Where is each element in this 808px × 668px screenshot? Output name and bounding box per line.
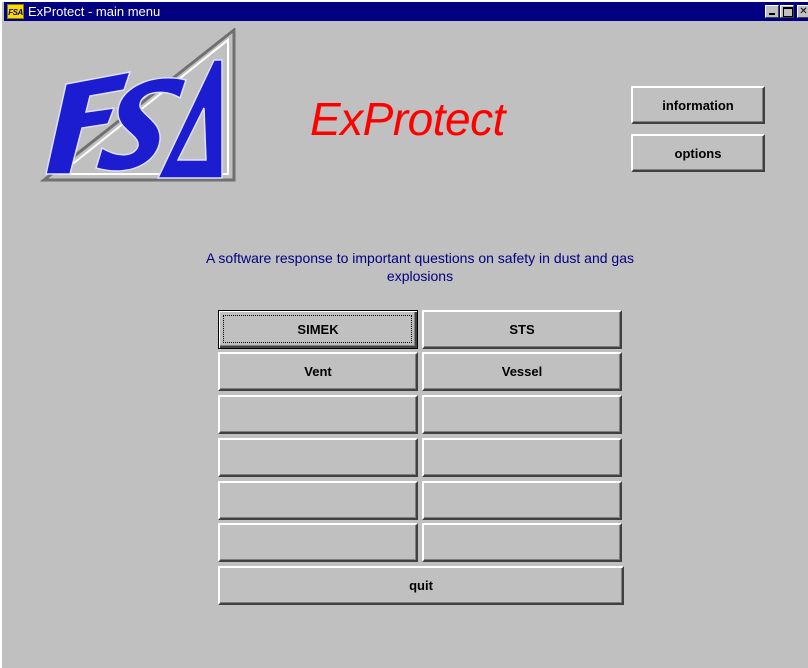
sts-button[interactable]: STS	[422, 310, 622, 349]
close-icon: ✕	[799, 6, 808, 17]
title-bar[interactable]: FSA ExProtect - main menu ✕	[4, 2, 808, 21]
empty-module-button[interactable]	[422, 395, 622, 434]
options-button[interactable]: options	[631, 134, 765, 172]
empty-module-button[interactable]	[218, 523, 418, 562]
empty-module-button[interactable]	[218, 438, 418, 477]
vessel-button[interactable]: Vessel	[422, 352, 622, 391]
app-icon[interactable]: FSA	[7, 4, 24, 19]
vent-button[interactable]: Vent	[218, 352, 418, 391]
fsa-logo	[39, 28, 236, 182]
simek-button[interactable]: SIMEK	[218, 310, 418, 349]
minimize-button[interactable]	[765, 5, 779, 18]
empty-module-button[interactable]	[218, 481, 418, 520]
main-window: FSA ExProtect - main menu ✕ ExProtect in…	[0, 0, 808, 668]
app-title: ExProtect	[310, 93, 505, 145]
close-button[interactable]: ✕	[797, 5, 808, 18]
minimize-icon	[769, 13, 775, 15]
empty-module-button[interactable]	[422, 523, 622, 562]
quit-button[interactable]: quit	[218, 566, 624, 605]
simek-button-label: SIMEK	[297, 322, 339, 337]
information-button[interactable]: information	[631, 86, 765, 124]
fsa-logo-mark	[39, 28, 236, 182]
maximize-button[interactable]	[780, 5, 794, 18]
empty-module-button[interactable]	[422, 481, 622, 520]
empty-module-button[interactable]	[218, 395, 418, 434]
maximize-icon	[783, 7, 793, 17]
empty-module-button[interactable]	[422, 438, 622, 477]
window-title: ExProtect - main menu	[28, 4, 161, 19]
tagline: A software response to important questio…	[205, 250, 635, 284]
